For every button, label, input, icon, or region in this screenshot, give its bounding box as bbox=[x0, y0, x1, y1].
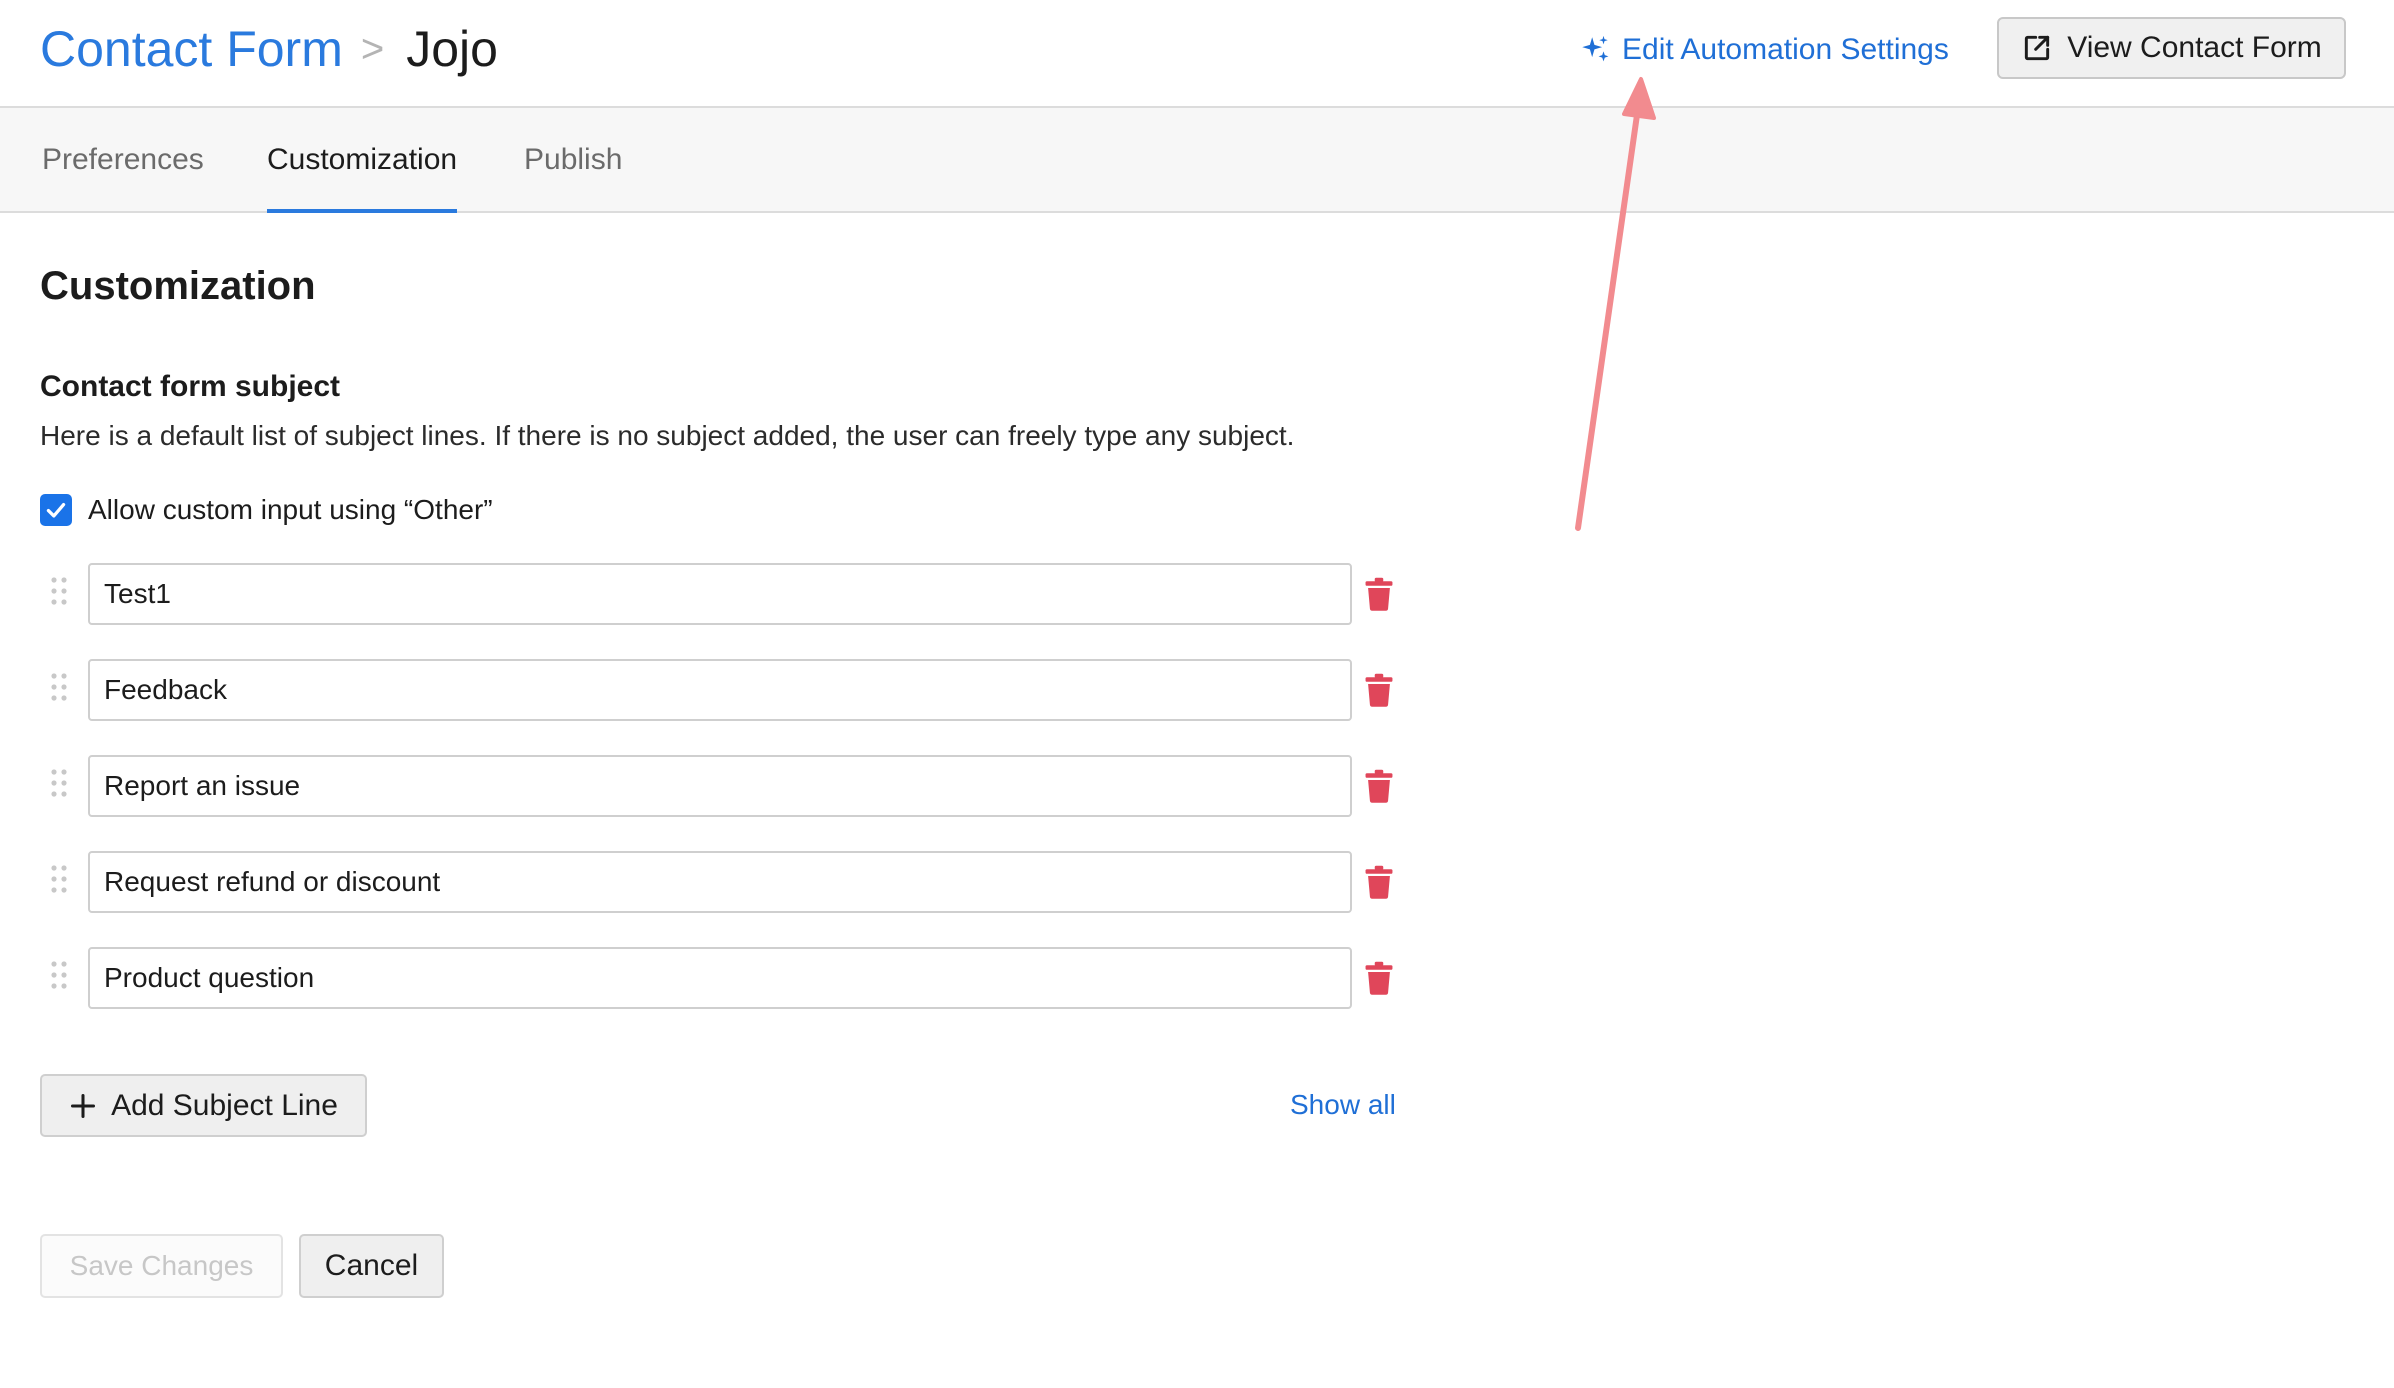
trash-icon[interactable] bbox=[1364, 673, 1394, 707]
subject-input[interactable] bbox=[88, 563, 1352, 625]
trash-icon[interactable] bbox=[1364, 577, 1394, 611]
breadcrumb: Contact Form > Jojo bbox=[40, 20, 498, 78]
edit-automation-settings-label: Edit Automation Settings bbox=[1622, 33, 1949, 66]
section-title: Customization bbox=[40, 264, 316, 308]
cancel-button[interactable]: Cancel bbox=[299, 1234, 444, 1298]
view-contact-form-label: View Contact Form bbox=[2067, 31, 2322, 64]
subject-row bbox=[40, 947, 1410, 1009]
contact-form-subject-heading: Contact form subject bbox=[40, 370, 341, 403]
external-link-icon bbox=[2025, 35, 2050, 61]
sparkle-icon bbox=[1582, 35, 1609, 62]
tab-preferences[interactable]: Preferences bbox=[42, 108, 204, 211]
subject-input[interactable] bbox=[88, 947, 1352, 1009]
trash-icon[interactable] bbox=[1364, 865, 1394, 899]
tab-publish[interactable]: Publish bbox=[524, 108, 622, 211]
checkmark-icon bbox=[46, 502, 66, 518]
show-all-link[interactable]: Show all bbox=[1290, 1089, 1396, 1121]
subject-row bbox=[40, 563, 1410, 625]
add-subject-line-label: Add Subject Line bbox=[111, 1088, 338, 1122]
subject-input[interactable] bbox=[88, 659, 1352, 721]
save-changes-button[interactable]: Save Changes bbox=[40, 1234, 283, 1298]
drag-handle-icon[interactable] bbox=[50, 768, 68, 798]
subject-description: Here is a default list of subject lines.… bbox=[40, 420, 1295, 451]
subject-input[interactable] bbox=[88, 851, 1352, 913]
breadcrumb-current-page: Jojo bbox=[406, 21, 498, 77]
subject-row bbox=[40, 659, 1410, 721]
add-subject-line-button[interactable]: Add Subject Line bbox=[40, 1074, 367, 1137]
page-header: Contact Form > Jojo Edit Automation Sett… bbox=[0, 0, 2394, 108]
view-contact-form-button[interactable]: View Contact Form bbox=[1997, 17, 2346, 79]
subject-input[interactable] bbox=[88, 755, 1352, 817]
breadcrumb-separator: > bbox=[360, 26, 385, 71]
subject-row bbox=[40, 755, 1410, 817]
subject-row bbox=[40, 851, 1410, 913]
drag-handle-icon[interactable] bbox=[50, 672, 68, 702]
trash-icon[interactable] bbox=[1364, 961, 1394, 995]
allow-custom-input-label: Allow custom input using “Other” bbox=[88, 494, 493, 525]
drag-handle-icon[interactable] bbox=[50, 576, 68, 606]
plus-icon bbox=[71, 1093, 96, 1118]
edit-automation-settings-link[interactable]: Edit Automation Settings bbox=[1578, 28, 1949, 72]
allow-custom-input-option[interactable]: Allow custom input using “Other” bbox=[40, 494, 493, 526]
allow-custom-input-checkbox[interactable] bbox=[40, 494, 72, 526]
breadcrumb-contact-form-link[interactable]: Contact Form bbox=[40, 20, 343, 78]
trash-icon[interactable] bbox=[1364, 769, 1394, 803]
tab-customization[interactable]: Customization bbox=[267, 108, 458, 213]
drag-handle-icon[interactable] bbox=[50, 864, 68, 894]
drag-handle-icon[interactable] bbox=[50, 960, 68, 990]
tab-bar: Preferences Customization Publish bbox=[0, 108, 2394, 213]
